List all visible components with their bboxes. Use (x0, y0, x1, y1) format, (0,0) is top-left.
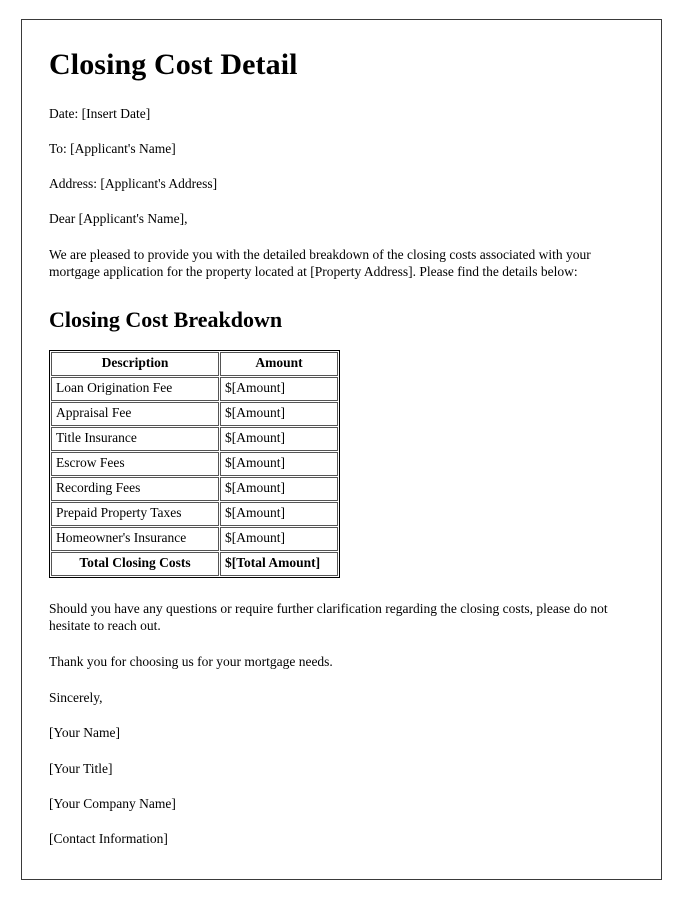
date-line: Date: [Insert Date] (49, 105, 151, 121)
table-row: Prepaid Property Taxes $[Amount] (51, 501, 338, 526)
column-header-description: Description (51, 351, 219, 376)
your-title: [Your Title] (49, 760, 113, 776)
your-company-name: [Your Company Name] (49, 795, 176, 811)
cell-description: Escrow Fees (51, 451, 219, 476)
cell-description: Appraisal Fee (51, 401, 219, 426)
table-header-row: Description Amount (51, 351, 338, 376)
closing-paragraph: Should you have any questions or require… (49, 600, 608, 634)
cell-total-amount: $[Total Amount] (220, 551, 338, 576)
cell-total-label: Total Closing Costs (51, 551, 219, 576)
cell-amount: $[Amount] (220, 426, 338, 451)
page-title: Closing Cost Detail (49, 48, 298, 81)
cell-amount: $[Amount] (220, 451, 338, 476)
intro-paragraph: We are pleased to provide you with the d… (49, 246, 591, 280)
table-row: Recording Fees $[Amount] (51, 476, 338, 501)
signoff: Sincerely, (49, 690, 103, 706)
column-header-amount: Amount (220, 351, 338, 376)
contact-information: [Contact Information] (49, 831, 168, 847)
table-total-row: Total Closing Costs $[Total Amount] (51, 551, 338, 576)
table-row: Title Insurance $[Amount] (51, 426, 338, 451)
document-page: Closing Cost Detail Date: [Insert Date] … (21, 19, 662, 880)
your-name: [Your Name] (49, 725, 120, 741)
document-body: Closing Cost Detail Date: [Insert Date] … (49, 48, 639, 847)
closing-cost-table: Description Amount Loan Origination Fee … (49, 349, 340, 578)
recipient-line: To: [Applicant's Name] (49, 140, 176, 156)
cell-amount: $[Amount] (220, 476, 338, 501)
salutation: Dear [Applicant's Name], (49, 211, 188, 227)
table-row: Escrow Fees $[Amount] (51, 451, 338, 476)
cell-description: Loan Origination Fee (51, 376, 219, 401)
cell-amount: $[Amount] (220, 501, 338, 526)
thanks-paragraph: Thank you for choosing us for your mortg… (49, 654, 333, 670)
cell-description: Homeowner's Insurance (51, 526, 219, 551)
table-row: Appraisal Fee $[Amount] (51, 401, 338, 426)
section-title-closing-cost-breakdown: Closing Cost Breakdown (49, 307, 283, 333)
table-row: Loan Origination Fee $[Amount] (51, 376, 338, 401)
cell-description: Prepaid Property Taxes (51, 501, 219, 526)
table-row: Homeowner's Insurance $[Amount] (51, 526, 338, 551)
cell-amount: $[Amount] (220, 376, 338, 401)
cell-description: Title Insurance (51, 426, 219, 451)
cell-amount: $[Amount] (220, 526, 338, 551)
cell-description: Recording Fees (51, 476, 219, 501)
address-line: Address: [Applicant's Address] (49, 176, 218, 192)
cell-amount: $[Amount] (220, 401, 338, 426)
